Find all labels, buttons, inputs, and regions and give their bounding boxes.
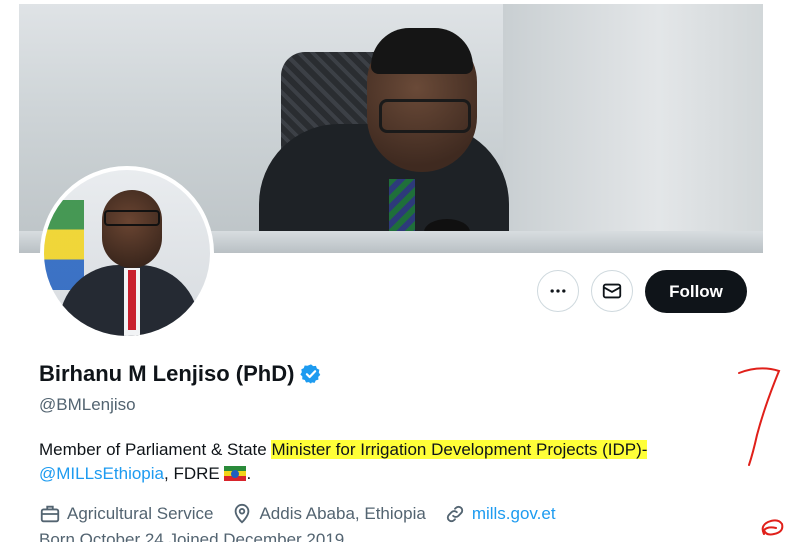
- follow-button[interactable]: Follow: [645, 270, 747, 313]
- link-icon: [446, 505, 463, 523]
- verified-badge-icon[interactable]: [300, 363, 322, 385]
- meta-category: Agricultural Service: [39, 503, 213, 525]
- banner-person-hair: [371, 28, 473, 74]
- annotation-scribble: [761, 519, 784, 536]
- avatar-flag: [44, 200, 84, 290]
- profile-avatar[interactable]: [40, 166, 214, 340]
- profile-meta: Agricultural Service Addis Ababa, Ethiop…: [39, 503, 556, 525]
- profile-name: Birhanu M Lenjiso (PhD): [39, 361, 295, 386]
- profile-meta-secondary: Born October 24 Joined December 2019: [39, 530, 345, 542]
- avatar-glasses: [104, 210, 160, 226]
- more-button[interactable]: [537, 270, 579, 312]
- more-icon: [550, 289, 566, 293]
- banner-person-glasses: [379, 99, 471, 133]
- bio-end: .: [246, 464, 252, 483]
- profile-bio: Member of Parliament & State Minister fo…: [39, 438, 759, 486]
- bio-text: Member of Parliament & State: [39, 440, 272, 459]
- location-pin-icon: [235, 503, 250, 524]
- bio-highlighted-text: Minister for Irrigation Development Proj…: [271, 440, 648, 459]
- annotation-bracket: [738, 367, 781, 466]
- bio-text-suffix: , FDRE: [164, 464, 225, 483]
- avatar-tie: [128, 270, 136, 330]
- bio-mention-link[interactable]: @MILLsEthiopia: [39, 464, 164, 483]
- meta-location: Addis Ababa, Ethiopia: [231, 503, 426, 525]
- meta-category-label: Agricultural Service: [67, 504, 214, 523]
- profile-name-row: Birhanu M Lenjiso (PhD): [39, 361, 322, 387]
- avatar-photo: [44, 170, 210, 336]
- message-button[interactable]: [591, 270, 633, 312]
- meta-website[interactable]: mills.gov.et: [444, 503, 556, 525]
- meta-website-link[interactable]: mills.gov.et: [472, 504, 556, 524]
- profile-handle: @BMLenjiso: [39, 395, 136, 414]
- avatar-face: [102, 190, 162, 268]
- meta-location-label: Addis Ababa, Ethiopia: [259, 504, 426, 523]
- banner-background: [503, 4, 763, 234]
- mail-icon: [602, 283, 622, 299]
- ethiopia-flag-icon: [224, 466, 247, 481]
- briefcase-icon: [40, 505, 60, 523]
